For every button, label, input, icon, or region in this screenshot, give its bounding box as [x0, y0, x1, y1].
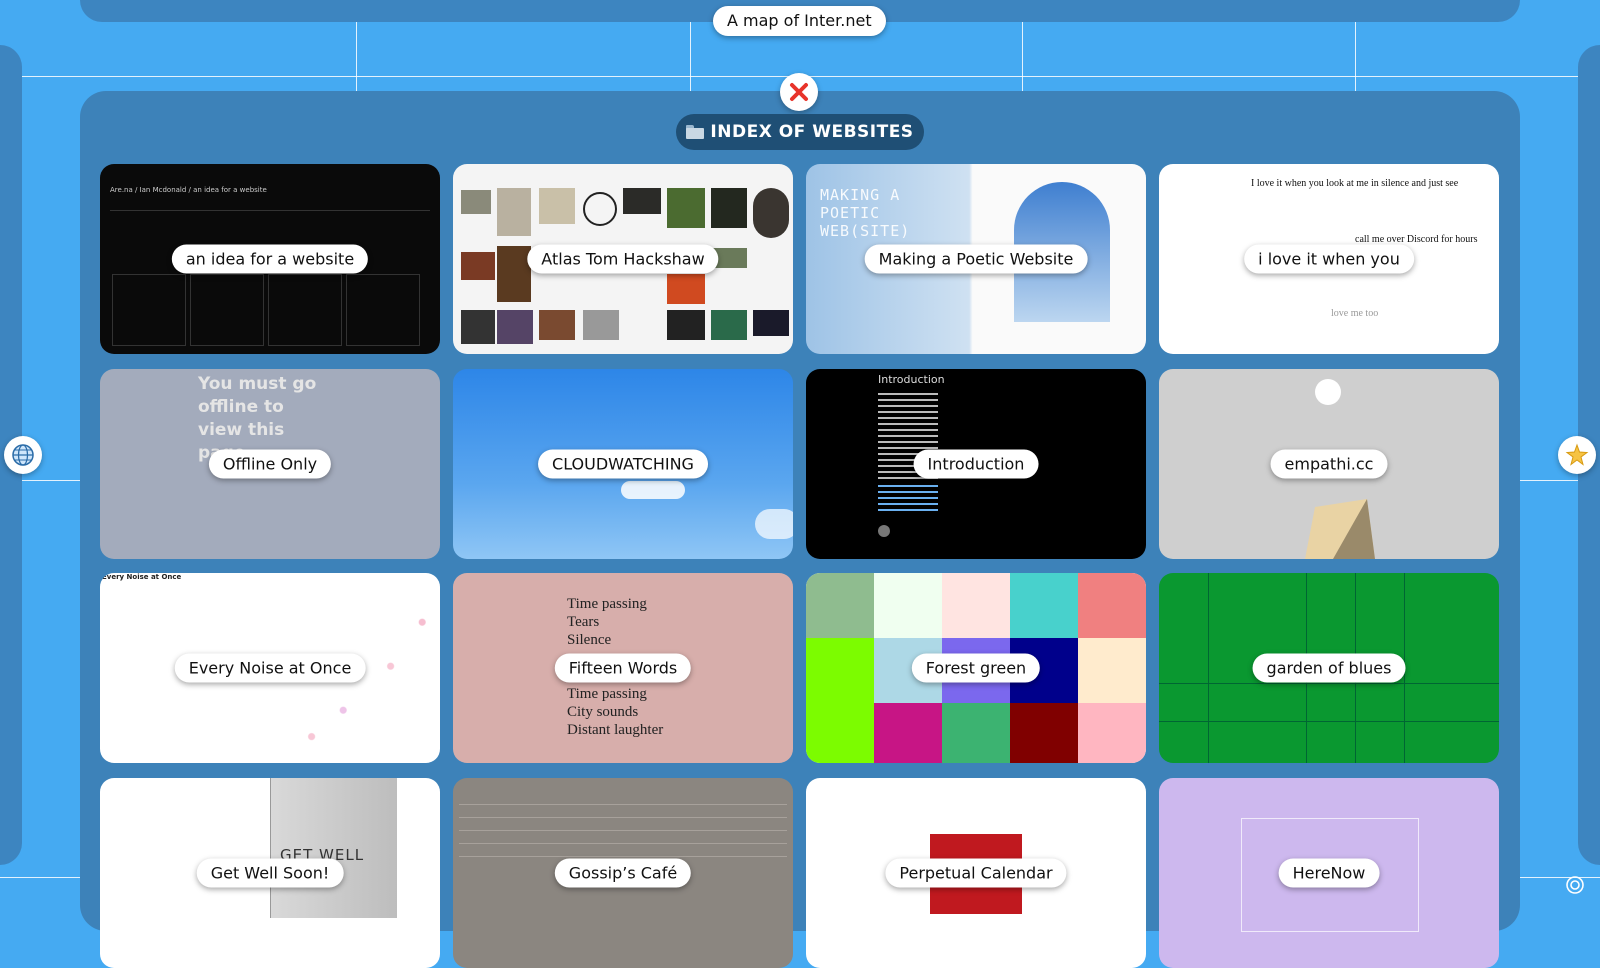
website-title: Fifteen Words: [554, 653, 692, 683]
love-line: I love it when you look at me in silence…: [1251, 178, 1459, 189]
folder-icon: [686, 125, 705, 139]
website-title: an idea for a website: [171, 244, 369, 274]
star-icon: [1565, 443, 1589, 466]
atlas-thumb: [667, 188, 705, 228]
globe-icon: [12, 444, 34, 466]
intro-avatar: [878, 525, 890, 537]
atlas-thumb: [583, 192, 617, 226]
atlas-thumb: [711, 188, 747, 228]
website-card-offline[interactable]: You must go offline to view this page. O…: [100, 369, 440, 559]
website-title: Gossip’s Café: [554, 858, 692, 888]
atlas-thumb: [667, 274, 705, 304]
color-swatch: [806, 573, 874, 638]
arena-block: [190, 274, 264, 346]
atlas-thumb: [539, 188, 575, 224]
atlas-thumb: [497, 188, 531, 236]
atlas-thumb: [623, 188, 661, 214]
cloud-shape: [621, 481, 685, 499]
arena-divider: [110, 210, 430, 247]
atlas-thumb: [753, 310, 789, 336]
close-button[interactable]: [780, 73, 818, 111]
website-card-introduction[interactable]: Introduction Introduction: [806, 369, 1146, 559]
noise-header: Every Noise at Once: [102, 573, 182, 581]
website-card-forestgreen[interactable]: Forest green: [806, 573, 1146, 763]
fifteen-poem-bottom: Time passing City sounds Distant laughte…: [567, 685, 663, 739]
sparkle-button[interactable]: [1558, 436, 1596, 474]
website-title: Perpetual Calendar: [885, 858, 1067, 888]
globe-button[interactable]: [4, 436, 42, 474]
website-title: Atlas Tom Hackshaw: [527, 244, 719, 274]
poem-line: City sounds: [567, 704, 639, 720]
color-swatch: [806, 638, 874, 703]
website-title: HereNow: [1278, 858, 1380, 888]
atlas-thumb: [539, 310, 575, 340]
color-swatch: [942, 703, 1010, 763]
cloud-shape: [755, 509, 793, 539]
website-card-poetic[interactable]: MAKING A POETIC WEB(SITE) Making a Poeti…: [806, 164, 1146, 354]
atlas-thumb: [461, 310, 495, 344]
index-title: INDEX OF WEBSITES: [676, 114, 924, 150]
empathi-shape: [1305, 499, 1375, 559]
website-card-everynoise[interactable]: Every Noise at Once Every Noise at Once: [100, 573, 440, 763]
website-title: garden of blues: [1252, 653, 1406, 683]
website-title: Introduction: [913, 449, 1039, 479]
color-swatch: [942, 573, 1010, 638]
website-card-perpetual[interactable]: Perpetual Calendar: [806, 778, 1146, 968]
atlas-thumb: [461, 190, 491, 214]
website-card-gossip[interactable]: Gossip’s Café: [453, 778, 793, 968]
website-card-cloudwatching[interactable]: CLOUDWATCHING: [453, 369, 793, 559]
website-title: Making a Poetic Website: [864, 244, 1088, 274]
website-card-herenow[interactable]: HereNow: [1159, 778, 1499, 968]
website-title: CLOUDWATCHING: [538, 449, 708, 479]
atlas-thumb: [461, 252, 495, 280]
empathi-circle: [1315, 379, 1341, 405]
website-title: i love it when you: [1244, 244, 1414, 274]
website-card-love[interactable]: I love it when you look at me in silence…: [1159, 164, 1499, 354]
target-icon[interactable]: [1565, 875, 1585, 895]
poem-line: Silence: [567, 632, 612, 648]
website-card-atlas[interactable]: Atlas Tom Hackshaw: [453, 164, 793, 354]
color-swatch: [1078, 703, 1146, 763]
color-swatch: [874, 703, 942, 763]
intro-heading: Introduction: [878, 373, 945, 386]
poem-line: Distant laughter: [567, 722, 664, 738]
website-title: Forest green: [911, 653, 1041, 683]
atlas-thumb: [497, 246, 531, 302]
arena-block: [346, 274, 420, 346]
website-title: Offline Only: [208, 449, 332, 479]
index-title-label: INDEX OF WEBSITES: [710, 122, 914, 142]
website-card-getwell[interactable]: GET WELL Get Well Soon!: [100, 778, 440, 968]
poem-line: Time passing: [567, 596, 647, 612]
fifteen-poem-top: Time passing Tears Silence: [567, 595, 647, 649]
atlas-thumb: [497, 310, 533, 344]
website-card-fifteenwords[interactable]: Time passing Tears Silence Time passing …: [453, 573, 793, 763]
color-swatch: [874, 573, 942, 638]
arena-block: [268, 274, 342, 346]
website-title: Every Noise at Once: [174, 653, 366, 683]
map-title[interactable]: A map of Inter.net: [713, 6, 886, 36]
gossip-rows: [459, 792, 787, 862]
website-card-gardenofblues[interactable]: garden of blues: [1159, 573, 1499, 763]
color-swatch: [1078, 638, 1146, 703]
website-title: empathi.cc: [1270, 449, 1388, 479]
color-swatch: [806, 703, 874, 763]
arena-breadcrumb: Are.na / Ian Mcdonald / an idea for a we…: [110, 186, 267, 194]
poetic-heading: MAKING A POETIC WEB(SITE): [820, 186, 911, 240]
love-line: love me too: [1331, 308, 1379, 319]
color-swatch: [1010, 703, 1078, 763]
atlas-thumb: [711, 310, 747, 340]
atlas-thumb: [753, 188, 789, 238]
intro-link-lines: [878, 485, 938, 511]
poem-line: Tears: [567, 614, 600, 630]
color-swatch: [1078, 573, 1146, 638]
website-card-empathi[interactable]: empathi.cc: [1159, 369, 1499, 559]
color-swatch: [1010, 573, 1078, 638]
atlas-thumb: [667, 310, 705, 340]
poem-line: Time passing: [567, 686, 647, 702]
arena-block: [112, 274, 186, 346]
atlas-thumb: [583, 310, 619, 340]
website-card-arena[interactable]: Are.na / Ian Mcdonald / an idea for a we…: [100, 164, 440, 354]
website-title: Get Well Soon!: [196, 858, 344, 888]
close-icon: [790, 83, 808, 101]
